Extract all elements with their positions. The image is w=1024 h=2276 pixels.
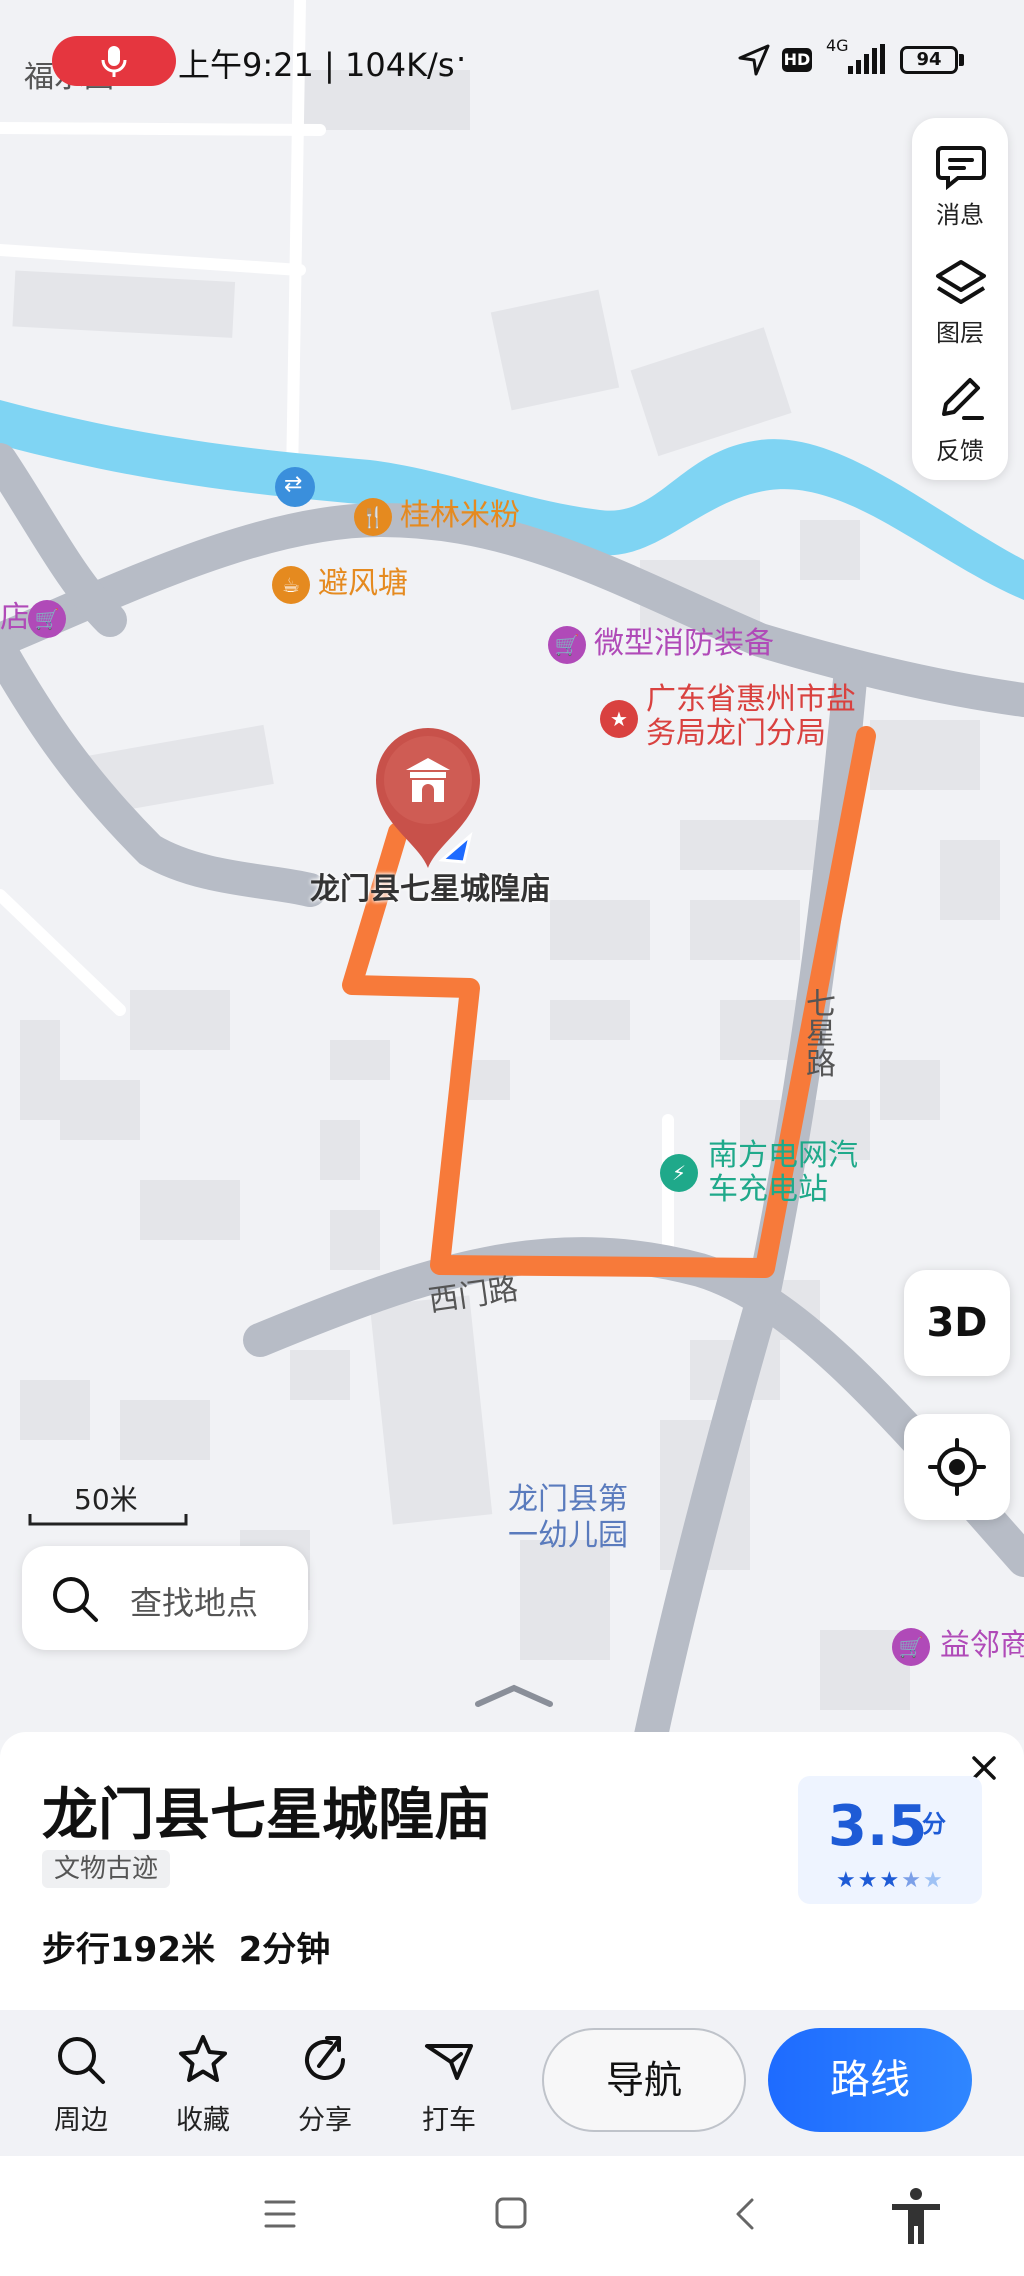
taxi-label: 打车 <box>422 2105 476 2136</box>
battery-tip <box>959 54 964 66</box>
system-nav-bar <box>0 2156 1024 2276</box>
feedback-button[interactable]: 反馈 <box>912 364 1008 474</box>
3d-button[interactable]: 3D <box>904 1270 1010 1376</box>
share-icon <box>305 2036 345 2080</box>
poi-label[interactable]: 微型消防装备 <box>594 626 774 662</box>
poi-label-line1[interactable]: 南方电网汽 <box>708 1138 858 1174</box>
restaurant-icon[interactable]: 🍴 <box>354 498 392 536</box>
rating-unit: 分 <box>922 1810 946 1838</box>
action-bar: 周边 收藏 分享 打车 导航 路线 <box>0 2010 1024 2156</box>
shop-icon[interactable]: 🛒 <box>28 600 66 638</box>
signal-icon <box>844 44 888 76</box>
poi-label-line2[interactable]: 务局龙门分局 <box>646 716 826 752</box>
poi-label[interactable]: 桂林米粉 <box>400 498 520 534</box>
share-button[interactable]: 分享 <box>280 2032 370 2137</box>
feedback-label: 反馈 <box>936 437 984 465</box>
place-detail-sheet: 龙门县七星城隍庙 文物古迹 步行192米 2分钟 3.5 分 ★★★★★ <box>0 1732 1024 2012</box>
road-label-qixing: 七星路 <box>806 987 836 1082</box>
locate-icon <box>928 1438 986 1496</box>
message-label: 消息 <box>936 201 984 229</box>
share-label: 分享 <box>298 2105 352 2136</box>
message-icon <box>936 146 986 190</box>
nearby-button[interactable]: 周边 <box>36 2032 126 2137</box>
shop-icon[interactable]: 🛒 <box>548 626 586 664</box>
edit-icon <box>942 378 984 420</box>
star-icon: ★ <box>922 1868 945 1893</box>
layers-label: 图层 <box>936 319 984 347</box>
rating-stars: ★★★★★ <box>836 1868 945 1893</box>
favorite-button[interactable]: 收藏 <box>158 2032 248 2137</box>
search-icon <box>53 1577 98 1622</box>
status-dot: · <box>456 40 467 78</box>
favorite-label: 收藏 <box>176 2105 230 2136</box>
map-view[interactable]: ⇄ 福水围 🍴 桂林米粉 ☕ 避风塘 店 🛒 🛒 微型消防装备 ★ 广东省惠州市… <box>0 0 1024 1740</box>
star-icon: ★ <box>879 1868 902 1893</box>
government-icon[interactable]: ★ <box>600 700 638 738</box>
poi-label[interactable]: 益邻商 <box>940 1628 1024 1664</box>
search-icon <box>58 2037 105 2084</box>
poi-label[interactable]: 避风塘 <box>318 566 408 602</box>
poi-label-line2[interactable]: 一幼儿园 <box>508 1518 628 1554</box>
star-icon: ★ <box>857 1868 880 1893</box>
star-icon: ★ <box>836 1868 858 1893</box>
charging-station-icon[interactable]: ⚡ <box>660 1154 698 1192</box>
poi-label-line2[interactable]: 车充电站 <box>708 1172 828 1208</box>
hd-badge: HD <box>782 48 812 72</box>
battery-indicator: 94 <box>900 46 958 74</box>
route-button[interactable]: 路线 <box>768 2028 972 2132</box>
scale-label: 50米 <box>74 1483 138 1516</box>
navigation-arrow-icon <box>438 832 474 864</box>
taxi-button[interactable]: 打车 <box>404 2032 494 2137</box>
walk-distance: 步行192米 2分钟 <box>42 1930 331 1970</box>
status-bar: 上午9:21 | 104K/s · HD 4G 94 <box>0 0 1024 120</box>
menu-icon[interactable] <box>262 2198 298 2230</box>
back-icon[interactable] <box>730 2196 760 2232</box>
poi-label[interactable]: 店 <box>0 600 30 636</box>
temple-icon <box>402 752 454 804</box>
poi-label-line1[interactable]: 广东省惠州市盐 <box>646 682 856 718</box>
nearby-label: 周边 <box>54 2105 108 2136</box>
accessibility-icon[interactable] <box>888 2186 944 2246</box>
cafe-icon[interactable]: ☕ <box>272 566 310 604</box>
shop-icon[interactable]: 🛒 <box>892 1628 930 1666</box>
locate-button[interactable] <box>904 1414 1010 1520</box>
search-placeholder: 查找地点 <box>130 1584 259 1622</box>
rating-card[interactable]: 3.5 分 ★★★★★ <box>798 1776 982 1904</box>
location-arrow-icon <box>736 42 772 78</box>
3d-label: 3D <box>926 1300 988 1346</box>
place-category-tag: 文物古迹 <box>42 1850 171 1888</box>
star-icon <box>179 2035 227 2082</box>
message-button[interactable]: 消息 <box>912 128 1008 238</box>
pin-label[interactable]: 龙门县七星城隍庙 <box>310 864 550 908</box>
layers-button[interactable]: 图层 <box>912 246 1008 356</box>
search-place-box[interactable]: 查找地点 <box>22 1546 308 1650</box>
star-icon: ★ <box>901 1868 923 1893</box>
voice-recording-pill[interactable] <box>52 36 176 86</box>
transit-icon: ⇄ <box>284 472 303 497</box>
chevron-up-icon[interactable] <box>474 1680 554 1710</box>
map-tools-panel: 消息 图层 反馈 <box>912 118 1008 480</box>
navigate-button[interactable]: 导航 <box>542 2028 746 2132</box>
status-time-speed: 上午9:21 | 104K/s <box>178 46 455 84</box>
microphone-icon <box>101 46 127 77</box>
rating-value: 3.5 <box>828 1794 928 1859</box>
place-title: 龙门县七星城隍庙 <box>42 1783 490 1848</box>
taxi-icon <box>425 2044 473 2080</box>
layers-icon <box>936 260 986 304</box>
poi-label-line1[interactable]: 龙门县第 <box>508 1482 628 1518</box>
home-icon[interactable] <box>494 2196 528 2230</box>
